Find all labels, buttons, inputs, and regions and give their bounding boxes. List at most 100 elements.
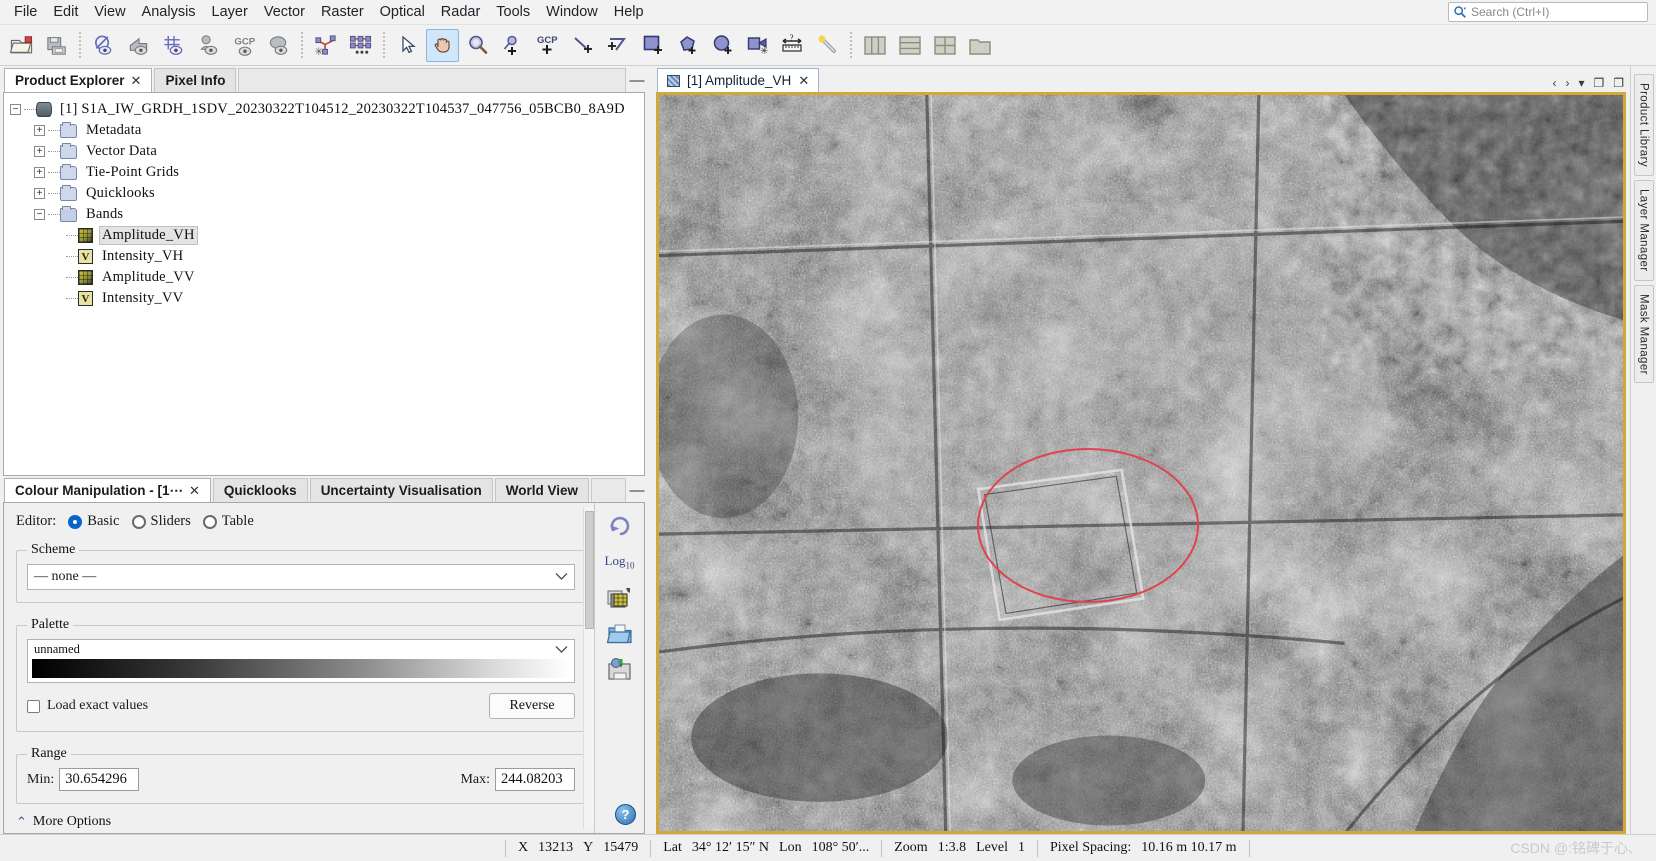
more-options-toggle[interactable]: ⌃ More Options [16, 814, 586, 830]
scheme-select[interactable]: — none — [27, 564, 575, 590]
menu-optical[interactable]: Optical [372, 1, 433, 23]
menu-tools[interactable]: Tools [488, 1, 538, 23]
right-tab-mask-manager[interactable]: Mask Manager [1633, 284, 1654, 384]
tree-item-bands[interactable]: − Bands [10, 204, 640, 225]
radio-sliders[interactable] [131, 514, 146, 529]
graticule-overlay-button[interactable] [157, 29, 190, 62]
sar-image-canvas[interactable] [656, 92, 1626, 834]
pin-overlay-button[interactable] [192, 29, 225, 62]
menu-raster[interactable]: Raster [313, 1, 372, 23]
tree-item-metadata[interactable]: + Metadata [10, 120, 640, 141]
tree-band-amplitude-vh[interactable]: Amplitude_VH [10, 225, 640, 246]
ellipse-drawing-tool-button[interactable] [706, 29, 739, 62]
menu-file[interactable]: File [6, 1, 45, 23]
tab-product-explorer[interactable]: Product Explorer ✕ [4, 68, 153, 92]
geo-coding-overlay-button[interactable] [122, 29, 155, 62]
tree-item-tie-point-grids[interactable]: + Tie-Point Grids [10, 162, 640, 183]
tree-expander[interactable]: + [34, 146, 45, 157]
tile-vertically-button[interactable] [858, 29, 891, 62]
tree-expander[interactable]: + [34, 167, 45, 178]
close-icon[interactable]: ✕ [798, 73, 809, 89]
range-finder-button[interactable]: ? [776, 29, 809, 62]
reverse-button[interactable]: Reverse [489, 693, 575, 719]
tab-pixel-info[interactable]: Pixel Info [154, 68, 237, 92]
menu-help[interactable]: Help [606, 1, 652, 23]
colour-manipulation-scrollbar[interactable] [583, 507, 594, 829]
minimize-colour-manipulation-button[interactable]: — [626, 478, 648, 502]
close-icon[interactable]: ✕ [189, 483, 200, 499]
menu-window[interactable]: Window [538, 1, 606, 23]
tree-band-intensity-vv[interactable]: Intensity_VV [10, 288, 640, 309]
product-explorer-tree[interactable]: − [1] S1A_IW_GRDH_1SDV_20230322T104512_2… [3, 92, 645, 476]
menu-layer[interactable]: Layer [204, 1, 256, 23]
min-input[interactable]: 30.654296 [59, 768, 140, 791]
tile-horizontally-button[interactable] [893, 29, 926, 62]
tab-quicklooks[interactable]: Quicklooks [212, 478, 308, 502]
magic-stick-button[interactable]: ✳ [741, 29, 774, 62]
magic-wand-button[interactable] [811, 29, 844, 62]
tab-amplitude-vh-view[interactable]: [1] Amplitude_VH ✕ [657, 68, 820, 92]
menu-analysis[interactable]: Analysis [134, 1, 204, 23]
polygon-drawing-tool-button[interactable] [671, 29, 704, 62]
menu-vector[interactable]: Vector [256, 1, 313, 23]
line-drawing-tool-button[interactable] [566, 29, 599, 62]
import-palette-button[interactable] [603, 619, 637, 649]
menu-view[interactable]: View [86, 1, 133, 23]
log10-button[interactable]: Log10 [603, 547, 637, 577]
pin-placing-tool-button[interactable] [496, 29, 529, 62]
minimize-explorer-button[interactable]: — [626, 68, 648, 92]
radio-table[interactable] [202, 514, 217, 529]
editor-option-basic[interactable]: Basic [68, 513, 120, 530]
gcp-manager-button[interactable] [344, 29, 377, 62]
right-tab-layer-manager[interactable]: Layer Manager [1633, 179, 1654, 281]
tree-root-row[interactable]: − [1] S1A_IW_GRDH_1SDV_20230322T104512_2… [10, 99, 640, 120]
tile-evenly-button[interactable] [928, 29, 961, 62]
reset-button[interactable] [603, 511, 637, 541]
pan-tool-button[interactable] [426, 28, 459, 62]
tab-uncertainty-visualisation[interactable]: Uncertainty Visualisation [309, 478, 493, 502]
tree-expander[interactable]: − [34, 209, 45, 220]
search-input[interactable]: Search (Ctrl+I) [1448, 2, 1648, 22]
load-exact-values-checkbox[interactable]: Load exact values [27, 698, 148, 714]
open-product-button[interactable] [5, 29, 38, 62]
close-icon[interactable]: ✕ [131, 73, 142, 89]
maximize-button[interactable]: ❐ [1593, 76, 1604, 90]
show-list-button[interactable]: ▾ [1578, 76, 1584, 90]
tree-item-vector-data[interactable]: + Vector Data [10, 141, 640, 162]
float-button[interactable]: ❐ [1613, 76, 1624, 90]
tab-colour-manipulation[interactable]: Colour Manipulation - [1⋯ ✕ [4, 478, 211, 502]
rectangle-drawing-tool-button[interactable] [636, 29, 669, 62]
tile-single-button[interactable] [963, 29, 996, 62]
gcp-overlay-button[interactable]: GCP [227, 29, 260, 62]
editor-option-table[interactable]: Table [202, 513, 254, 530]
polyline-drawing-tool-button[interactable] [601, 29, 634, 62]
gcp-placing-tool-button[interactable]: GCP [531, 29, 564, 62]
select-tool-button[interactable] [391, 29, 424, 62]
save-product-button[interactable] [40, 29, 73, 62]
scrollbar-thumb[interactable] [585, 511, 594, 629]
pin-manager-button[interactable]: ✳ [309, 29, 342, 62]
tree-band-amplitude-vv[interactable]: Amplitude_VV [10, 267, 640, 288]
max-input[interactable]: 244.08203 [495, 768, 575, 791]
right-tab-product-library[interactable]: Product Library [1633, 74, 1654, 176]
tree-item-quicklooks[interactable]: + Quicklooks [10, 183, 640, 204]
palette-select[interactable]: unnamed [27, 639, 575, 683]
editor-option-sliders[interactable]: Sliders [131, 513, 191, 530]
tree-band-intensity-vh[interactable]: Intensity_VH [10, 246, 640, 267]
menu-radar[interactable]: Radar [433, 1, 489, 23]
menu-edit[interactable]: Edit [45, 1, 86, 23]
tree-expander[interactable]: − [10, 104, 21, 115]
tab-world-view[interactable]: World View [494, 478, 590, 502]
help-button[interactable]: ? [615, 804, 636, 825]
tree-expander[interactable]: + [34, 188, 45, 199]
no-data-overlay-button[interactable] [87, 29, 120, 62]
apply-to-other-bands-button[interactable] [603, 583, 637, 613]
radio-basic[interactable] [68, 514, 83, 529]
scroll-left-button[interactable]: ‹ [1552, 76, 1556, 90]
checkbox-box[interactable] [27, 699, 40, 713]
mask-overlay-button[interactable] [262, 29, 295, 62]
export-palette-button[interactable] [603, 655, 637, 685]
tree-expander[interactable]: + [34, 125, 45, 136]
scroll-right-button[interactable]: › [1565, 76, 1569, 90]
zoom-tool-button[interactable] [461, 29, 494, 62]
